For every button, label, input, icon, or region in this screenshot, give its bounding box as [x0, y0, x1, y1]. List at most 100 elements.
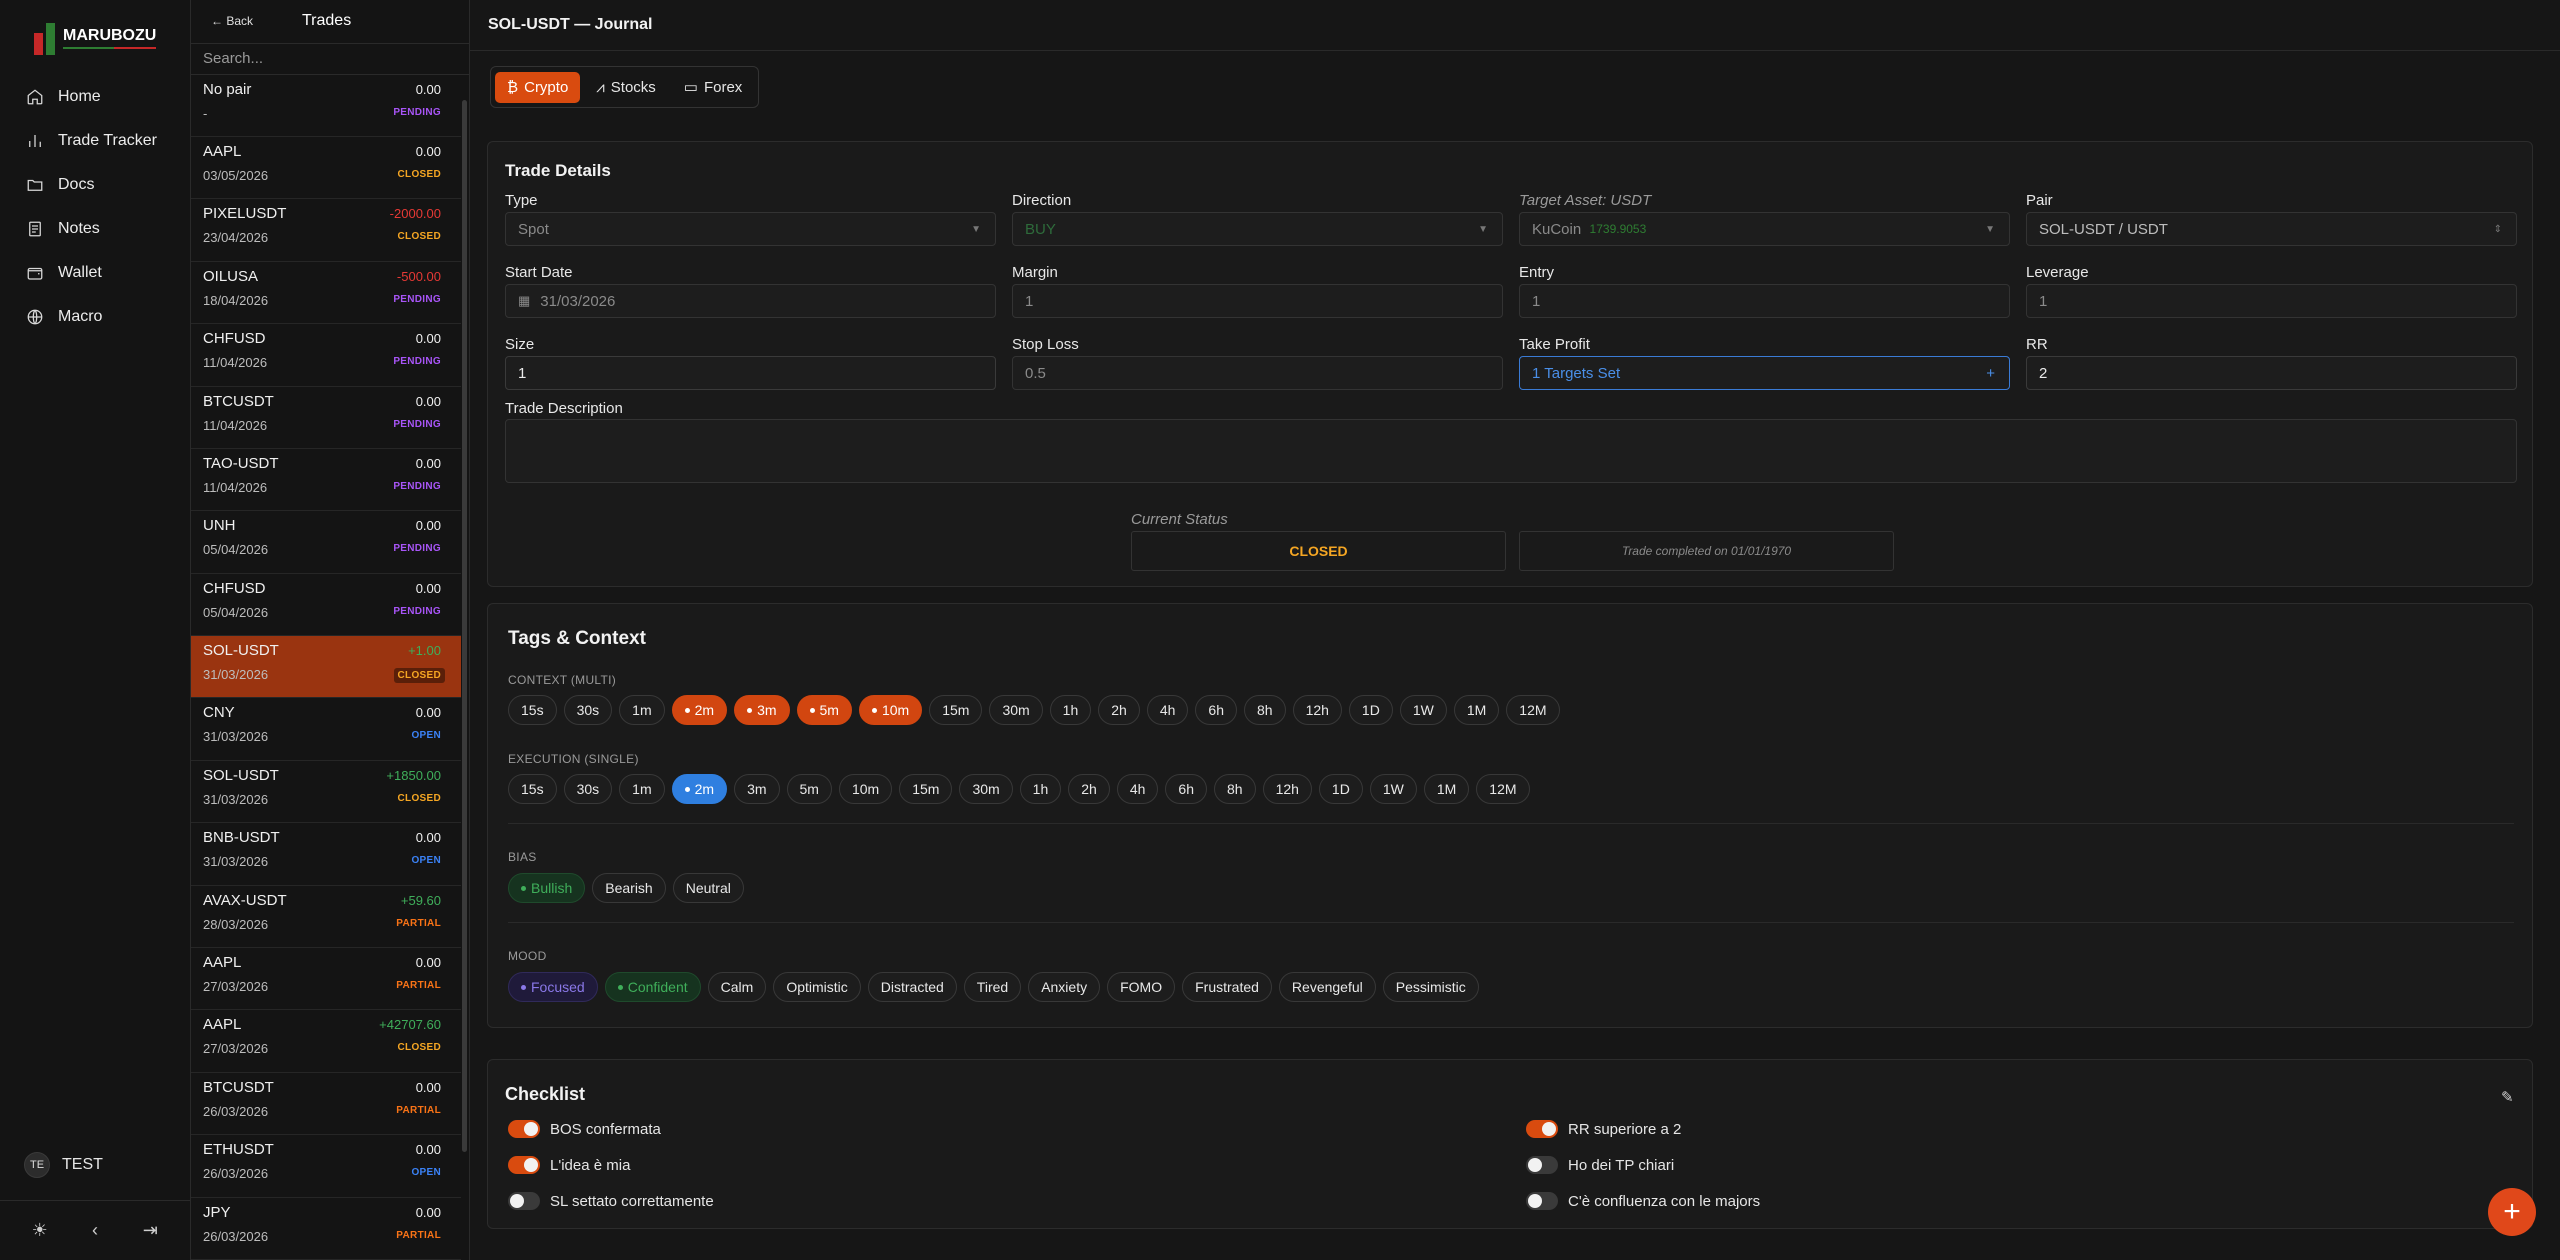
tag-chip[interactable]: 2h	[1068, 774, 1110, 804]
trade-row[interactable]: BTCUSDT 26/03/2026 0.00 PARTIAL	[191, 1073, 461, 1136]
trade-row[interactable]: AVAX-USDT 28/03/2026 +59.60 PARTIAL	[191, 886, 461, 949]
tag-chip[interactable]: 1m	[619, 774, 665, 804]
tag-chip[interactable]: Pessimistic	[1382, 972, 1479, 1002]
tag-chip[interactable]: 3m	[734, 774, 780, 804]
direction-select[interactable]: BUY ▼	[1012, 212, 1503, 246]
tag-chip[interactable]: 4h	[1116, 774, 1159, 804]
tag-chip[interactable]: Calm	[707, 972, 767, 1002]
tag-chip[interactable]: 30m	[989, 695, 1043, 725]
take-profit-button[interactable]: 1 Targets Set +	[1519, 356, 2010, 390]
trade-row[interactable]: BTCUSDT 11/04/2026 0.00 PENDING	[191, 387, 461, 449]
tag-chip[interactable]: 1M	[1453, 695, 1500, 725]
tag-chip[interactable]: 1D	[1318, 774, 1363, 804]
tag-chip[interactable]: 15m	[929, 695, 983, 725]
nav-item-wallet[interactable]: Wallet	[0, 251, 190, 295]
tag-chip[interactable]: 1h	[1049, 695, 1092, 725]
trade-row[interactable]: CNY 31/03/2026 0.00 OPEN	[191, 698, 461, 761]
tag-chip[interactable]: 2m	[671, 695, 728, 725]
trade-row[interactable]: OILUSA 18/04/2026 -500.00 PENDING	[191, 262, 461, 325]
tag-chip[interactable]: 10m	[858, 695, 923, 725]
trade-row[interactable]: BNB-USDT 31/03/2026 0.00 OPEN	[191, 823, 461, 886]
tag-chip[interactable]: Distracted	[867, 972, 957, 1002]
trades-scrollbar[interactable]	[462, 100, 467, 1152]
stop-loss-input[interactable]: 0.5	[1012, 356, 1503, 390]
tag-chip[interactable]: Anxiety	[1028, 972, 1101, 1002]
tag-chip[interactable]: 5m	[796, 695, 852, 725]
tab-forex[interactable]: ▭ Forex	[672, 72, 755, 103]
tag-chip[interactable]: 1D	[1348, 695, 1393, 725]
tag-chip[interactable]: 12h	[1262, 774, 1312, 804]
brand-logo[interactable]: MARUBOZU	[0, 0, 190, 75]
start-date-input[interactable]: ▦ 31/03/2026	[505, 284, 996, 318]
tag-chip[interactable]: 5m	[786, 774, 832, 804]
trade-row[interactable]: No pair -0.00 PENDING	[191, 75, 461, 137]
tag-chip[interactable]: 1W	[1369, 774, 1417, 804]
nav-item-notes[interactable]: Notes	[0, 207, 190, 251]
tag-chip[interactable]: 30s	[563, 695, 613, 725]
entry-input[interactable]: 1	[1519, 284, 2010, 318]
rr-input[interactable]: 2	[2026, 356, 2517, 390]
nav-item-home[interactable]: Home	[0, 75, 190, 119]
add-trade-fab-button[interactable]: +	[2488, 1188, 2536, 1236]
trade-row[interactable]: TAO-USDT 11/04/2026 0.00 PENDING	[191, 449, 461, 512]
tag-chip[interactable]: 30s	[563, 774, 613, 804]
trade-row[interactable]: AAPL 03/05/2026 0.00 CLOSED	[191, 137, 461, 200]
tag-chip[interactable]: Bearish	[592, 873, 666, 903]
nav-item-macro[interactable]: Macro	[0, 295, 190, 339]
checklist-toggle[interactable]	[1526, 1120, 1558, 1138]
tag-chip[interactable]: 4h	[1146, 695, 1189, 725]
tag-chip[interactable]: Optimistic	[773, 972, 861, 1002]
tag-chip[interactable]: 2h	[1098, 695, 1140, 725]
tag-chip[interactable]: Frustrated	[1182, 972, 1272, 1002]
tag-chip[interactable]: 30m	[959, 774, 1013, 804]
tag-chip[interactable]: FOMO	[1107, 972, 1176, 1002]
tag-chip[interactable]: 15s	[508, 774, 557, 804]
checklist-toggle[interactable]	[508, 1192, 540, 1210]
trade-row[interactable]: AAPL 27/03/2026 0.00 PARTIAL	[191, 948, 461, 1011]
size-input[interactable]: 1	[505, 356, 996, 390]
tag-chip[interactable]: 12M	[1506, 695, 1560, 725]
tag-chip[interactable]: 6h	[1165, 774, 1207, 804]
user-profile[interactable]: TE TEST	[24, 1152, 103, 1178]
tag-chip[interactable]: 1W	[1399, 695, 1447, 725]
tag-chip[interactable]: 8h	[1213, 774, 1256, 804]
tag-chip[interactable]: 10m	[838, 774, 893, 804]
tag-chip[interactable]: Revengeful	[1278, 972, 1376, 1002]
logout-icon[interactable]: ⇥	[139, 1220, 161, 1242]
trade-row[interactable]: AAPL 27/03/2026 +42707.60 CLOSED	[191, 1010, 461, 1073]
tag-chip[interactable]: 2m	[671, 774, 728, 804]
tag-chip[interactable]: 15s	[508, 695, 557, 725]
trade-row[interactable]: ETHUSDT 26/03/2026 0.00 OPEN	[191, 1135, 461, 1198]
edit-pencil-icon[interactable]: ✎	[2501, 1088, 2514, 1106]
tag-chip[interactable]: 1M	[1423, 774, 1470, 804]
description-textarea[interactable]	[505, 419, 2517, 483]
tag-chip[interactable]: 1h	[1019, 774, 1062, 804]
pair-select[interactable]: SOL-USDT / USDT ⇕	[2026, 212, 2517, 246]
tag-chip[interactable]: 8h	[1243, 695, 1286, 725]
tag-chip[interactable]: Confident	[604, 972, 701, 1002]
tag-chip[interactable]: 6h	[1195, 695, 1237, 725]
tag-chip[interactable]: 12M	[1476, 774, 1530, 804]
trade-row[interactable]: UNH 05/04/2026 0.00 PENDING	[191, 511, 461, 574]
checklist-toggle[interactable]	[508, 1156, 540, 1174]
trade-row[interactable]: PIXELUSDT 23/04/2026 -2000.00 CLOSED	[191, 199, 461, 262]
back-button[interactable]: ← Back	[211, 14, 302, 28]
checklist-toggle[interactable]	[1526, 1156, 1558, 1174]
trade-row[interactable]: SOL-USDT 31/03/2026 +1.00 CLOSED	[191, 636, 461, 699]
trade-row[interactable]: JPY 26/03/2026 0.00 PARTIAL	[191, 1198, 461, 1260]
checklist-toggle[interactable]	[508, 1120, 540, 1138]
type-select[interactable]: Spot ▼	[505, 212, 996, 246]
tag-chip[interactable]: 12h	[1292, 695, 1342, 725]
theme-sun-icon[interactable]: ☀	[29, 1220, 51, 1242]
checklist-toggle[interactable]	[1526, 1192, 1558, 1210]
tag-chip[interactable]: 15m	[899, 774, 953, 804]
tag-chip[interactable]: Bullish	[508, 873, 586, 903]
tag-chip[interactable]: Focused	[508, 972, 598, 1002]
search-input[interactable]	[191, 50, 469, 68]
tab-crypto[interactable]: ₿ Crypto	[495, 71, 581, 103]
tab-stocks[interactable]: ⩘ Stocks	[584, 72, 667, 103]
tag-chip[interactable]: 1m	[619, 695, 665, 725]
trade-row[interactable]: SOL-USDT 31/03/2026 +1850.00 CLOSED	[191, 761, 461, 824]
tag-chip[interactable]: Neutral	[672, 873, 744, 903]
nav-item-trade-tracker[interactable]: Trade Tracker	[0, 119, 190, 163]
